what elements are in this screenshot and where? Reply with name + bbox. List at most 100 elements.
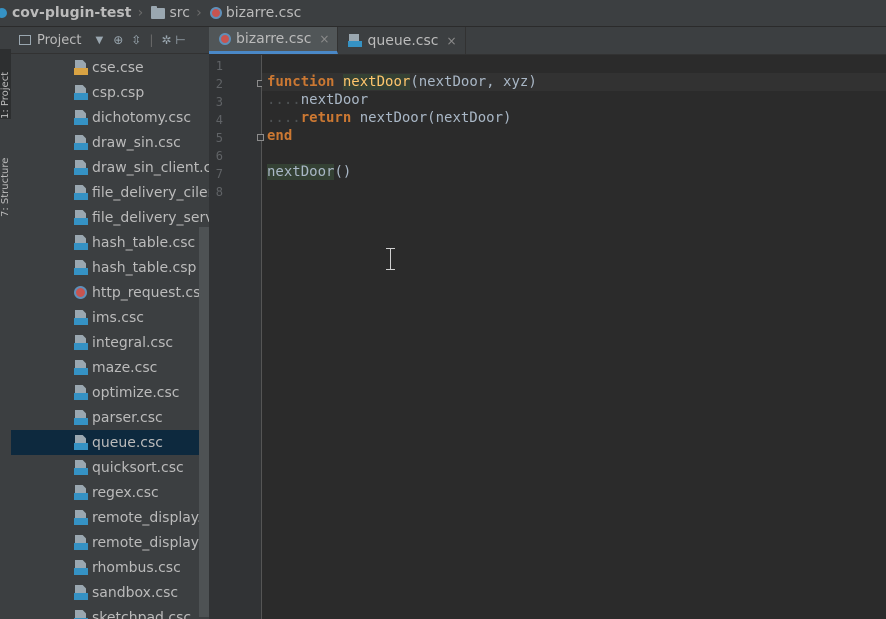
csc-file-icon bbox=[74, 409, 88, 426]
file-item-label: file_delivery_serv bbox=[92, 209, 209, 226]
close-icon[interactable]: × bbox=[446, 34, 456, 48]
project-icon bbox=[0, 8, 7, 18]
breadcrumb-project-label[interactable]: cov-plugin-test bbox=[12, 5, 131, 21]
file-item[interactable]: optimize.csc bbox=[11, 380, 209, 405]
globe-file-icon bbox=[219, 33, 231, 45]
csc-file-icon bbox=[74, 334, 88, 351]
dropdown-icon[interactable]: ▼ bbox=[95, 35, 103, 46]
file-item[interactable]: integral.csc bbox=[11, 330, 209, 355]
editor-tab[interactable]: bizarre.csc × bbox=[209, 27, 339, 54]
file-item-label: rhombus.csc bbox=[92, 559, 181, 576]
file-item-label: parser.csc bbox=[92, 409, 163, 426]
file-item[interactable]: hash_table.csc bbox=[11, 230, 209, 255]
scrollbar[interactable] bbox=[199, 227, 209, 617]
settings-icon[interactable]: ✲ bbox=[161, 33, 171, 47]
file-item[interactable]: remote_display_s bbox=[11, 530, 209, 555]
project-panel: Project ▼ ⊕ ⇳ | ✲ ⊢ cse.cse csp.csp dichot… bbox=[11, 27, 209, 619]
line-number: 3 bbox=[215, 95, 223, 109]
hide-icon[interactable]: ⊢ bbox=[175, 33, 185, 47]
folder-icon bbox=[151, 5, 166, 19]
file-item-label: draw_sin_client.c bbox=[92, 159, 209, 176]
csc-file-icon bbox=[74, 584, 88, 601]
file-item[interactable]: http_request.csc bbox=[11, 280, 209, 305]
code-line[interactable]: ....nextDoor bbox=[267, 91, 368, 109]
file-item-label: http_request.csc bbox=[92, 284, 209, 301]
file-item[interactable]: csp.csp bbox=[11, 80, 209, 105]
file-item-label: queue.csc bbox=[92, 434, 163, 451]
csc-file-icon bbox=[74, 234, 88, 251]
editor-tabs: bizarre.csc × queue.csc × bbox=[209, 27, 886, 55]
file-item-label: cse.cse bbox=[92, 59, 144, 76]
csc-file-icon bbox=[74, 134, 88, 151]
line-number: 7 bbox=[215, 167, 223, 181]
editor-tab-label: queue.csc bbox=[367, 32, 439, 49]
text-cursor-icon bbox=[386, 248, 395, 270]
file-item[interactable]: file_delivery_serv bbox=[11, 205, 209, 230]
file-item-label: remote_display_s bbox=[92, 534, 209, 551]
csc-file-icon bbox=[74, 309, 88, 326]
line-number: 6 bbox=[215, 149, 223, 163]
file-item[interactable]: draw_sin.csc bbox=[11, 130, 209, 155]
editor-tab[interactable]: queue.csc × bbox=[338, 27, 466, 54]
project-panel-title[interactable]: Project bbox=[37, 33, 81, 48]
collapse-icon[interactable]: ⇳ bbox=[131, 33, 141, 47]
file-item[interactable]: sketchpad.csc bbox=[11, 605, 209, 619]
file-item[interactable]: file_delivery_cilen bbox=[11, 180, 209, 205]
code-editor[interactable]: function nextDoor(nextDoor, xyz) ....next… bbox=[262, 55, 886, 619]
file-item[interactable]: draw_sin_client.c bbox=[11, 155, 209, 180]
breadcrumb-folder[interactable]: src bbox=[145, 0, 193, 26]
csc-file-icon bbox=[74, 559, 88, 576]
line-number: 4 bbox=[215, 113, 223, 127]
file-item-label: file_delivery_cilen bbox=[92, 184, 209, 201]
file-item[interactable]: rhombus.csc bbox=[11, 555, 209, 580]
file-item-label: draw_sin.csc bbox=[92, 134, 181, 151]
csc-file-icon bbox=[74, 209, 88, 226]
file-item[interactable]: quicksort.csc bbox=[11, 455, 209, 480]
csc-file-icon bbox=[74, 359, 88, 376]
file-item-label: remote_display.c bbox=[92, 509, 209, 526]
project-panel-header: Project ▼ ⊕ ⇳ | ✲ ⊢ bbox=[11, 27, 209, 54]
line-number: 8 bbox=[215, 185, 223, 199]
code-line[interactable]: ....return nextDoor(nextDoor) bbox=[267, 109, 511, 127]
tool-tab-structure[interactable]: 7: Structure bbox=[0, 137, 11, 217]
file-item[interactable]: parser.csc bbox=[11, 405, 209, 430]
globe-file-icon bbox=[74, 285, 88, 301]
breadcrumb-folder-label[interactable]: src bbox=[169, 5, 189, 21]
csc-file-icon bbox=[74, 159, 88, 176]
project-view-icon bbox=[19, 35, 31, 45]
close-icon[interactable]: × bbox=[319, 32, 329, 46]
file-item[interactable]: regex.csc bbox=[11, 480, 209, 505]
editor-gutter: 1 2 3 4 5 6 7 8 bbox=[209, 55, 264, 619]
globe-file-icon bbox=[209, 7, 222, 19]
csc-file-icon bbox=[74, 384, 88, 401]
navigation-bar: cov-plugin-test › src › bizarre.csc bbox=[0, 0, 886, 27]
file-item[interactable]: sandbox.csc bbox=[11, 580, 209, 605]
file-item[interactable]: dichotomy.csc bbox=[11, 105, 209, 130]
breadcrumb-file[interactable]: bizarre.csc bbox=[204, 0, 305, 26]
breadcrumb-project[interactable]: cov-plugin-test bbox=[0, 0, 135, 26]
file-item-label: csp.csp bbox=[92, 84, 145, 101]
file-item-label: quicksort.csc bbox=[92, 459, 184, 476]
cse-file-icon bbox=[74, 59, 88, 76]
target-icon[interactable]: ⊕ bbox=[113, 33, 123, 47]
file-item[interactable]: ims.csc bbox=[11, 305, 209, 330]
project-tree: cse.cse csp.csp dichotomy.csc draw_sin.cscd… bbox=[11, 55, 209, 619]
csc-file-icon bbox=[74, 509, 88, 526]
csc-file-icon bbox=[74, 434, 88, 451]
file-item-label: dichotomy.csc bbox=[92, 109, 192, 126]
code-line[interactable]: function nextDoor(nextDoor, xyz) bbox=[267, 73, 537, 91]
breadcrumb-file-label[interactable]: bizarre.csc bbox=[226, 5, 301, 21]
csc-file-icon bbox=[74, 184, 88, 201]
code-line[interactable]: nextDoor() bbox=[267, 163, 351, 181]
chevron-right-icon: › bbox=[196, 5, 202, 21]
code-line[interactable]: end bbox=[267, 127, 292, 145]
file-item[interactable]: remote_display.c bbox=[11, 505, 209, 530]
chevron-right-icon: › bbox=[137, 5, 144, 21]
file-item-label: regex.csc bbox=[92, 484, 159, 501]
tool-tab-project[interactable]: 1: Project bbox=[0, 49, 11, 119]
file-item[interactable]: hash_table.csp bbox=[11, 255, 209, 280]
file-item[interactable]: queue.csc bbox=[11, 430, 209, 455]
file-item-label: hash_table.csc bbox=[92, 234, 196, 251]
file-item[interactable]: maze.csc bbox=[11, 355, 209, 380]
file-item[interactable]: cse.cse bbox=[11, 55, 209, 80]
